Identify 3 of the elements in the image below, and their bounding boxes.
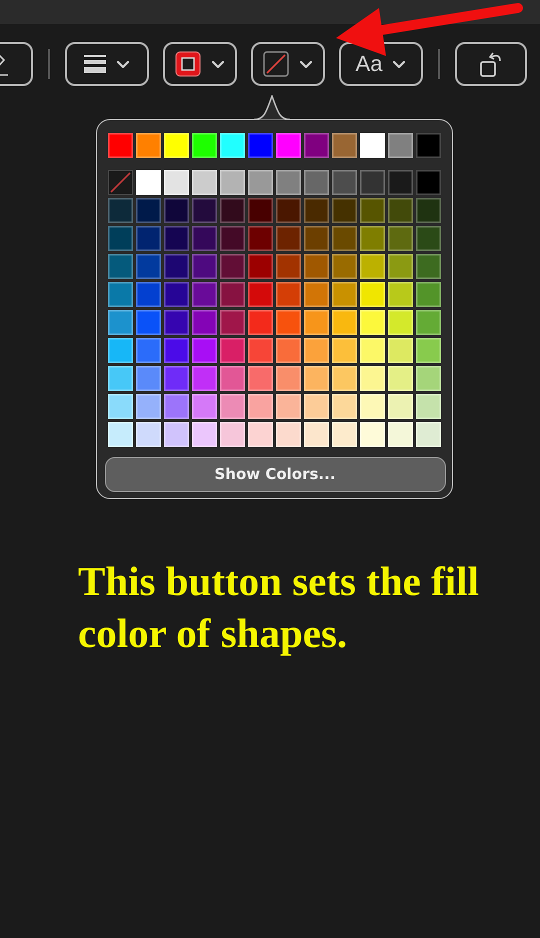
show-colors-button[interactable]: Show Colors...: [104, 456, 446, 492]
text-style-button[interactable]: Aa: [339, 42, 423, 86]
caption-text: This button sets the fill color of shapes.: [78, 556, 480, 658]
